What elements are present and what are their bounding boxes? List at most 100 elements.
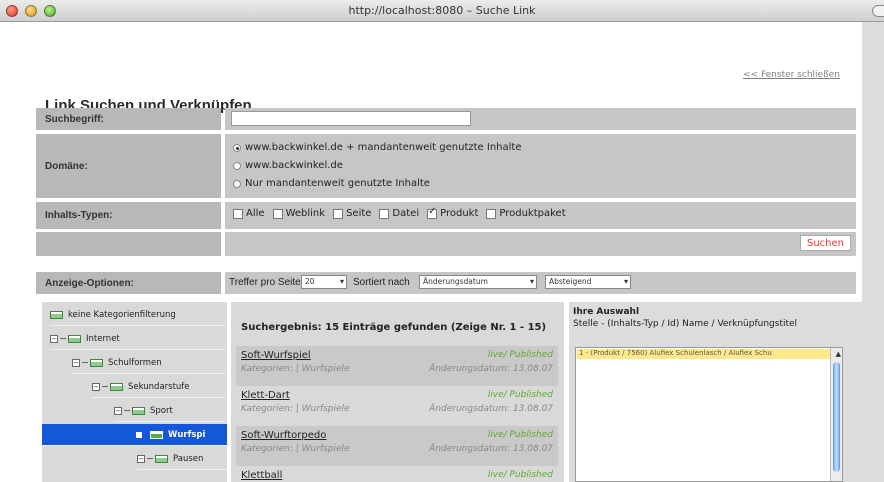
- folder-icon: [110, 382, 123, 391]
- window-titlebar: http://localhost:8080 – Suche Link: [0, 0, 884, 22]
- domain-option-backwinkel[interactable]: www.backwinkel.de: [233, 160, 343, 171]
- sort-value: Änderungsdatum: [423, 277, 488, 286]
- selection-list-item[interactable]: 1 - (Produkt / 7560) Alufiex Schulenlasc…: [577, 349, 830, 359]
- content-types-row: Inhalts-Typen: Alle Weblink Seite Datei …: [36, 202, 856, 229]
- domain-option-label: www.backwinkel.de + mandantenweit genutz…: [245, 142, 522, 153]
- type-checkbox-produkt[interactable]: Produkt: [427, 206, 479, 219]
- content-types-label: Inhalts-Typen:: [36, 202, 221, 229]
- result-item: Klettball live/ Published: [236, 466, 558, 482]
- tree-node-label: Internet: [86, 333, 120, 344]
- result-link[interactable]: Soft-Wurfspiel: [241, 350, 311, 361]
- display-options-cell: Treffer pro Seite 20 ▾ Sortiert nach Ände…: [225, 272, 856, 294]
- result-status: live/ Published: [487, 390, 553, 400]
- selection-subtitle: Stelle - (Inhalts-Typ / Id) Name / Verkn…: [573, 319, 798, 329]
- collapse-icon[interactable]: −: [92, 382, 100, 391]
- search-button-row: Suchen: [36, 232, 856, 256]
- per-page-value: 20: [305, 277, 315, 286]
- checkbox[interactable]: [233, 208, 243, 219]
- checkbox[interactable]: [333, 208, 344, 219]
- result-category: Kategorien: | Wurfspiele: [241, 404, 350, 414]
- order-value: Absteigend: [549, 277, 592, 286]
- collapse-icon[interactable]: −: [114, 406, 122, 415]
- domain-option-label: www.backwinkel.de: [245, 160, 343, 171]
- folder-icon: [68, 334, 81, 343]
- radio-button[interactable]: [233, 179, 241, 188]
- domain-options: www.backwinkel.de + mandantenweit genutz…: [225, 134, 856, 198]
- tree-node-sport[interactable]: − Sport: [114, 400, 225, 422]
- tree-node-pausen[interactable]: − Pausen: [137, 448, 227, 470]
- selection-scrollbar[interactable]: ▲: [830, 348, 842, 481]
- per-page-select[interactable]: 20 ▾: [301, 275, 347, 289]
- tree-node-label: Sport: [150, 405, 173, 416]
- search-results-panel: Suchergebnis: 15 Einträge gefunden (Zeig…: [231, 302, 564, 482]
- type-checkbox-seite[interactable]: Seite: [333, 208, 371, 219]
- tree-node-label: Pausen: [173, 453, 204, 464]
- window-title: http://localhost:8080 – Suche Link: [348, 4, 536, 17]
- tree-connector: [102, 386, 108, 387]
- order-select[interactable]: Absteigend ▾: [545, 275, 631, 289]
- result-item: Klett-Dart live/ Published Kategorien: |…: [236, 386, 558, 426]
- tree-node-sekundarstufe[interactable]: − Sekundarstufe: [92, 376, 225, 398]
- collapse-icon[interactable]: −: [72, 358, 80, 367]
- result-link[interactable]: Klettball: [241, 470, 282, 481]
- radio-button[interactable]: [233, 161, 241, 170]
- search-field-cell: [225, 108, 856, 130]
- checkbox-label: Weblink: [285, 208, 326, 219]
- checkbox[interactable]: [272, 208, 283, 219]
- empty-label-cell: [36, 232, 221, 256]
- domain-row: Domäne: www.backwinkel.de + mandantenwei…: [36, 134, 856, 198]
- checkbox-label: Produktpaket: [499, 208, 566, 219]
- tree-connector: [60, 338, 66, 339]
- content-types-options: Alle Weblink Seite Datei Produkt Produkt…: [225, 202, 856, 229]
- result-date: Änderungsdatum: 13.08.07: [429, 444, 553, 454]
- checkbox[interactable]: [379, 208, 390, 219]
- result-date: Änderungsdatum: 13.08.07: [429, 404, 553, 414]
- type-checkbox-weblink[interactable]: Weblink: [272, 208, 326, 219]
- result-category: Kategorien: | Wurfspiele: [241, 364, 350, 374]
- tree-node-internet[interactable]: − Internet: [50, 328, 225, 350]
- checkbox-label: Produkt: [440, 208, 479, 219]
- folder-icon: [50, 310, 63, 319]
- domain-option-all[interactable]: www.backwinkel.de + mandantenweit genutz…: [233, 142, 521, 153]
- result-link[interactable]: Soft-Wurftorpedo: [241, 430, 326, 441]
- tree-node-wurfspiele-selected[interactable]: Wurfspi: [42, 424, 227, 446]
- close-window-link[interactable]: << Fenster schließen: [743, 70, 840, 80]
- domain-label: Domäne:: [36, 134, 221, 198]
- checkbox-label: Seite: [346, 208, 372, 219]
- category-tree: keine Kategorienfilterung − Internet − S…: [42, 302, 227, 482]
- result-link[interactable]: Klett-Dart: [241, 390, 290, 401]
- type-checkbox-produktpaket[interactable]: Produktpaket: [486, 208, 566, 219]
- tree-node-schulformen[interactable]: − Schulformen: [72, 352, 225, 374]
- checkbox[interactable]: [486, 208, 497, 219]
- selection-title: Ihre Auswahl: [573, 307, 640, 317]
- tree-connector: [124, 410, 130, 411]
- chevron-down-icon: ▾: [623, 277, 628, 286]
- folder-icon: [90, 358, 103, 367]
- search-row: Suchbegriff:: [36, 108, 856, 130]
- result-category: Kategorien: | Wurfspiele: [241, 444, 350, 454]
- type-checkbox-datei[interactable]: Datei: [379, 208, 419, 219]
- tree-node-label: Schulformen: [108, 357, 162, 368]
- search-input[interactable]: [231, 111, 471, 126]
- tree-connector: [147, 458, 153, 459]
- domain-option-mandant[interactable]: Nur mandantenweit genutzte Inhalte: [233, 178, 430, 189]
- search-button-cell: Suchen: [225, 232, 856, 256]
- search-label: Suchbegriff:: [36, 108, 221, 130]
- scroll-up-icon[interactable]: ▲: [836, 350, 841, 358]
- selection-listbox[interactable]: 1 - (Produkt / 7560) Alufiex Schulenlasc…: [575, 347, 843, 482]
- folder-icon: [155, 454, 168, 463]
- per-page-label: Treffer pro Seite: [229, 277, 301, 288]
- checkbox-checked[interactable]: [427, 206, 438, 219]
- collapse-icon[interactable]: −: [50, 334, 58, 343]
- sort-select[interactable]: Änderungsdatum ▾: [419, 275, 537, 289]
- search-button[interactable]: Suchen: [799, 235, 851, 251]
- collapse-icon[interactable]: −: [137, 454, 145, 463]
- type-checkbox-alle[interactable]: Alle: [233, 208, 265, 219]
- radio-button-selected[interactable]: [233, 143, 241, 152]
- tree-node-label: Wurfspi: [168, 429, 206, 440]
- tree-node-none[interactable]: keine Kategorienfilterung: [50, 304, 225, 326]
- domain-option-label: Nur mandantenweit genutzte Inhalte: [245, 178, 430, 189]
- scrollbar-thumb[interactable]: [833, 362, 840, 472]
- result-status: live/ Published: [487, 470, 553, 480]
- toolbar-toggle-icon[interactable]: [872, 5, 884, 17]
